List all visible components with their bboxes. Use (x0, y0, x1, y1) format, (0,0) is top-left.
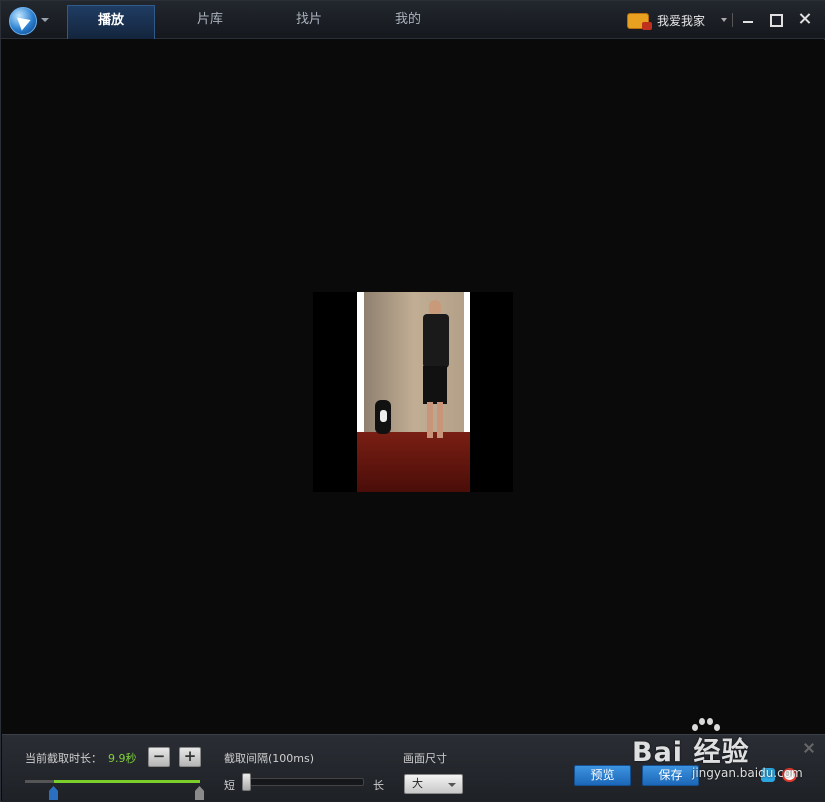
interval-long-label: 长 (373, 779, 384, 792)
person-shirt (423, 314, 449, 368)
panel-close-icon[interactable] (803, 742, 815, 754)
scene-cat (375, 400, 391, 434)
interval-label: 截取间隔(100ms) (224, 752, 315, 765)
range-start-handle[interactable] (49, 786, 58, 800)
capture-panel: 当前截取时长： 9.9秒 − + 截取间隔(100ms) 短 长 画面尺寸 大 … (2, 734, 825, 802)
tab-play[interactable]: 播放 (67, 5, 155, 39)
close-button[interactable] (796, 10, 814, 28)
weibo-share-icon[interactable] (782, 768, 797, 782)
tab-mine[interactable]: 我的 (364, 5, 452, 39)
interval-short-label: 短 (224, 779, 235, 792)
capture-range-fill (54, 780, 200, 783)
frame-size-label: 画面尺寸 (403, 752, 447, 765)
increase-duration-button[interactable]: + (179, 747, 201, 767)
player-window: 播放 片库 找片 我的 我爱我家 当前截取时长： 9.9秒 − + 截取间隔(1… (0, 0, 825, 802)
current-duration-label: 当前截取时长： (25, 752, 102, 765)
app-logo-icon[interactable] (9, 7, 37, 35)
scene-floor (357, 432, 470, 492)
user-menu-chevron-icon[interactable] (721, 18, 727, 22)
title-bar: 播放 片库 找片 我的 我爱我家 (1, 1, 825, 39)
user-name[interactable]: 我爱我家 (657, 12, 705, 29)
gif-preview-frame (313, 292, 513, 492)
divider (732, 13, 733, 27)
scene-person (419, 300, 451, 450)
video-frame-image (357, 292, 470, 492)
qzone-share-icon[interactable] (761, 768, 775, 782)
person-shorts (423, 366, 447, 404)
interval-slider-track[interactable] (242, 778, 364, 786)
preview-button[interactable]: 预览 (574, 765, 631, 786)
save-button[interactable]: 保存 (642, 765, 699, 786)
maximize-button[interactable] (766, 10, 784, 28)
tab-find[interactable]: 找片 (265, 5, 353, 39)
chevron-down-icon[interactable] (41, 18, 49, 22)
person-leg (437, 402, 443, 438)
interval-slider-thumb[interactable] (242, 773, 251, 791)
current-duration-value: 9.9秒 (108, 752, 137, 765)
frame-size-select[interactable]: 大 (404, 774, 463, 794)
minimize-button[interactable] (739, 10, 757, 28)
decrease-duration-button[interactable]: − (148, 747, 170, 767)
person-leg (427, 402, 433, 438)
range-end-handle[interactable] (195, 786, 204, 800)
tab-library[interactable]: 片库 (166, 5, 254, 39)
vip-badge-icon[interactable] (627, 13, 652, 30)
